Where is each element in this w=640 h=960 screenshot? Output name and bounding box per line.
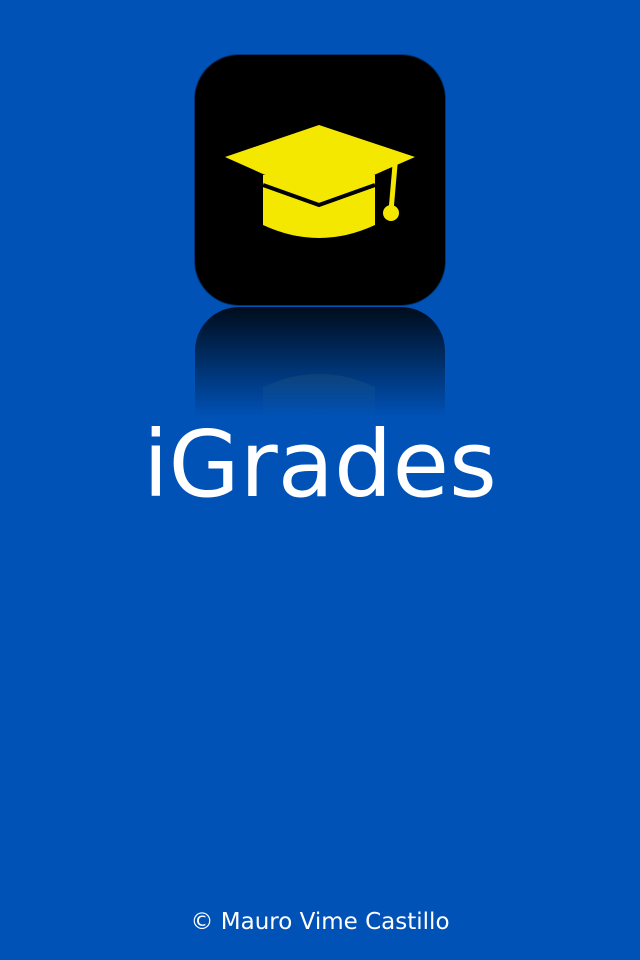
app-icon: [195, 55, 445, 305]
app-title: iGrades: [143, 411, 497, 518]
splash-screen: iGrades © Mauro Vime Castillo: [0, 0, 640, 960]
graduation-cap-reflection-icon: [225, 374, 415, 417]
graduation-cap-icon: [225, 125, 415, 238]
app-icon-reflection: [195, 307, 445, 417]
copyright-text: © Mauro Vime Castillo: [190, 909, 450, 935]
